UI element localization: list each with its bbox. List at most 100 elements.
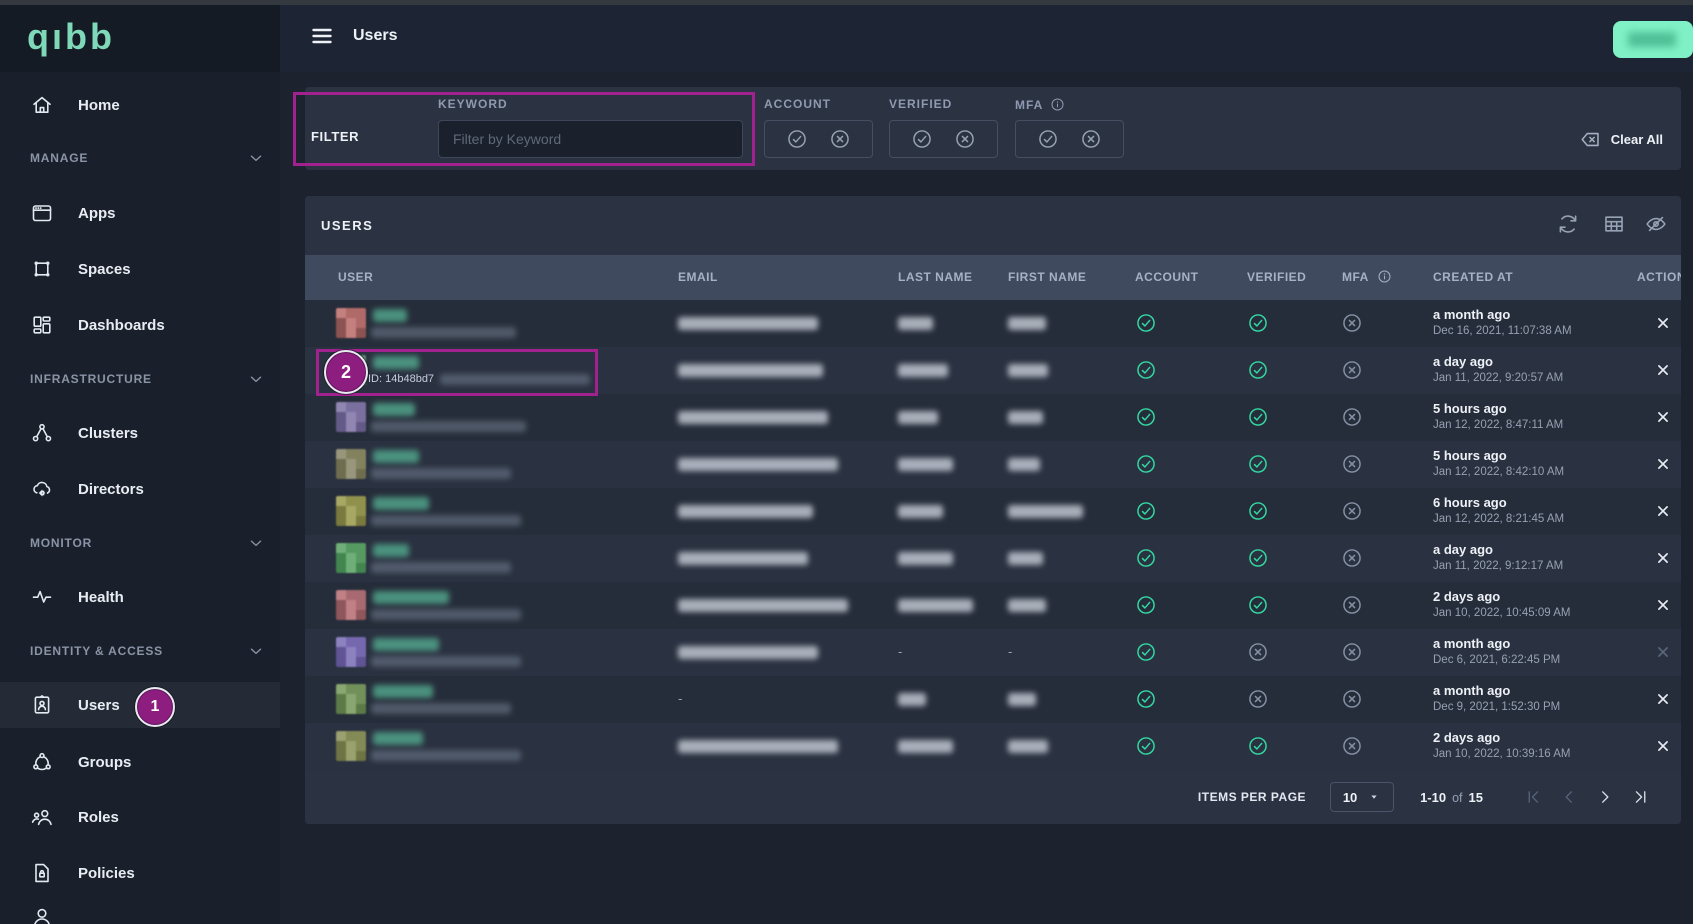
user-avatar [336,402,366,432]
hamburger-menu-icon[interactable] [310,24,334,48]
delete-user-button close-icon[interactable] [1654,408,1672,426]
home-icon [30,93,54,117]
sidebar-item-users[interactable]: Users1 [0,682,280,728]
topbar-account-button[interactable] [1613,21,1693,58]
sidebar-section-identity-access[interactable]: IDENTITY & ACCESS [0,636,280,666]
filter-panel: FILTER KEYWORD ACCOUNT VERIFIED MFA Clea… [305,87,1681,170]
first-page-button[interactable] [1523,787,1543,807]
blurred-text [678,505,813,518]
created-at-date: Dec 9, 2021, 1:52:30 PM [1433,701,1560,713]
account-no-toggle cross-circle-icon[interactable] [829,128,851,150]
col-header-account: ACCOUNT [1135,270,1199,284]
created-at-relative: a month ago [1433,683,1510,698]
created-at-date: Jan 12, 2022, 8:21:45 AM [1433,513,1564,525]
verified-filter-group [889,120,998,158]
sidebar-item-label: Health [78,589,124,606]
sidebar-item-label: Dashboards [78,317,165,334]
sidebar-item-home[interactable]: Home [0,82,280,128]
caret-down-icon [1367,790,1381,804]
col-header-first-name: FIRST NAME [1008,270,1086,284]
table-row[interactable]: 5 hours agoJan 12, 2022, 8:42:10 AM [305,441,1681,488]
app-window: qıbb HomeMANAGEAppsSpacesDashboardsINFRA… [0,0,1693,924]
last-page-button[interactable] [1631,787,1651,807]
delete-user-button close-icon[interactable] [1654,690,1672,708]
items-per-page-label: ITEMS PER PAGE [1198,790,1306,804]
delete-user-button close-icon[interactable] [1654,502,1672,520]
table-row[interactable]: --a month agoDec 6, 2021, 6:22:45 PM [305,629,1681,676]
annotation-badge-1: 1 [135,687,175,727]
mfa-no-toggle cross-circle-icon[interactable] [1080,128,1102,150]
cross-circle-icon verified-status [1247,688,1269,710]
next-page-button[interactable] [1595,787,1615,807]
clear-all-button[interactable]: Clear All [1579,118,1663,160]
sidebar-item-groups[interactable]: Groups [0,739,280,785]
table-row[interactable]: a day agoJan 11, 2022, 9:12:17 AM [305,535,1681,582]
table-row[interactable]: 6 hours agoJan 12, 2022, 8:21:45 AM [305,488,1681,535]
sidebar-item-policies[interactable]: Policies [0,850,280,896]
info-icon[interactable] [1050,97,1065,112]
blurred-text [373,638,439,651]
annotation-badge-2: 2 [324,350,368,394]
table-row[interactable]: 2 days agoJan 10, 2022, 10:45:09 AM [305,582,1681,629]
chevron-down-icon [246,641,266,661]
keyword-filter-input[interactable] [438,120,743,158]
sidebar-item-clusters[interactable]: Clusters [0,410,280,456]
prev-page-button[interactable] [1559,787,1579,807]
info-icon[interactable] [1377,269,1392,284]
delete-user-button close-icon[interactable] [1654,643,1672,661]
delete-user-button close-icon[interactable] [1654,455,1672,473]
created-at-relative: 2 days ago [1433,589,1500,604]
cross-circle-icon mfa-status [1341,500,1363,522]
created-at-relative: 2 days ago [1433,730,1500,745]
col-header-email: EMAIL [678,270,718,284]
sidebar-item-label: Home [78,97,120,114]
table-columns-icon[interactable] [1602,212,1626,236]
topbar: Users [280,0,1693,72]
blurred-text [373,544,409,557]
sidebar-item-spaces[interactable]: Spaces [0,246,280,292]
table-row[interactable]: 2 days agoJan 10, 2022, 10:39:16 AM [305,723,1681,770]
chevron-down-icon [246,369,266,389]
blurred-text [678,552,808,565]
delete-user-button close-icon[interactable] [1654,314,1672,332]
sidebar-item-apps[interactable]: Apps [0,190,280,236]
table-row[interactable]: 5 hours agoJan 12, 2022, 8:47:11 AM [305,394,1681,441]
delete-user-button close-icon[interactable] [1654,596,1672,614]
mfa-yes-toggle check-circle-icon[interactable] [1037,128,1059,150]
eye-off-icon[interactable] [1644,212,1668,236]
blurred-text [373,732,423,745]
items-per-page-select[interactable]: 10 [1330,782,1394,812]
blurred-text [678,364,823,377]
verified-yes-toggle check-circle-icon[interactable] [911,128,933,150]
cross-circle-icon mfa-status [1341,359,1363,381]
delete-user-button close-icon[interactable] [1654,549,1672,567]
delete-user-button close-icon[interactable] [1654,361,1672,379]
created-at-date: Dec 6, 2021, 6:22:45 PM [1433,654,1560,666]
verified-no-toggle cross-circle-icon[interactable] [954,128,976,150]
delete-user-button close-icon[interactable] [1654,737,1672,755]
table-row[interactable]: ID: 14b48bd7a day agoJan 11, 2022, 9:20:… [305,347,1681,394]
account-yes-toggle check-circle-icon[interactable] [786,128,808,150]
sidebar-section-monitor[interactable]: MONITOR [0,528,280,558]
sidebar-item-roles[interactable]: Roles [0,794,280,840]
created-at-relative: a day ago [1433,542,1493,557]
sidebar-item-directors[interactable]: Directors [0,466,280,512]
created-at-relative: a day ago [1433,354,1493,369]
users-panel: USERS USER EMAIL LAST NAME FIRST NAME AC… [305,196,1681,824]
users-icon [30,693,54,717]
table-row[interactable]: a month agoDec 16, 2021, 11:07:38 AM [305,300,1681,347]
sidebar-item-health[interactable]: Health [0,574,280,620]
user-avatar [336,449,366,479]
blurred-text [371,656,521,667]
sidebar-section-infrastructure[interactable]: INFRASTRUCTURE [0,364,280,394]
sidebar-item-item[interactable] [0,894,280,924]
chevron-down-icon [246,148,266,168]
sidebar-section-manage[interactable]: MANAGE [0,143,280,173]
mfa-filter-label: MFA [1015,97,1065,112]
table-row[interactable]: -a month agoDec 9, 2021, 1:52:30 PM [305,676,1681,723]
refresh-icon[interactable] [1556,212,1580,236]
sidebar-item-dashboards[interactable]: Dashboards [0,302,280,348]
blurred-text [371,468,511,479]
user-avatar [336,590,366,620]
items-per-page-value: 10 [1343,790,1357,805]
